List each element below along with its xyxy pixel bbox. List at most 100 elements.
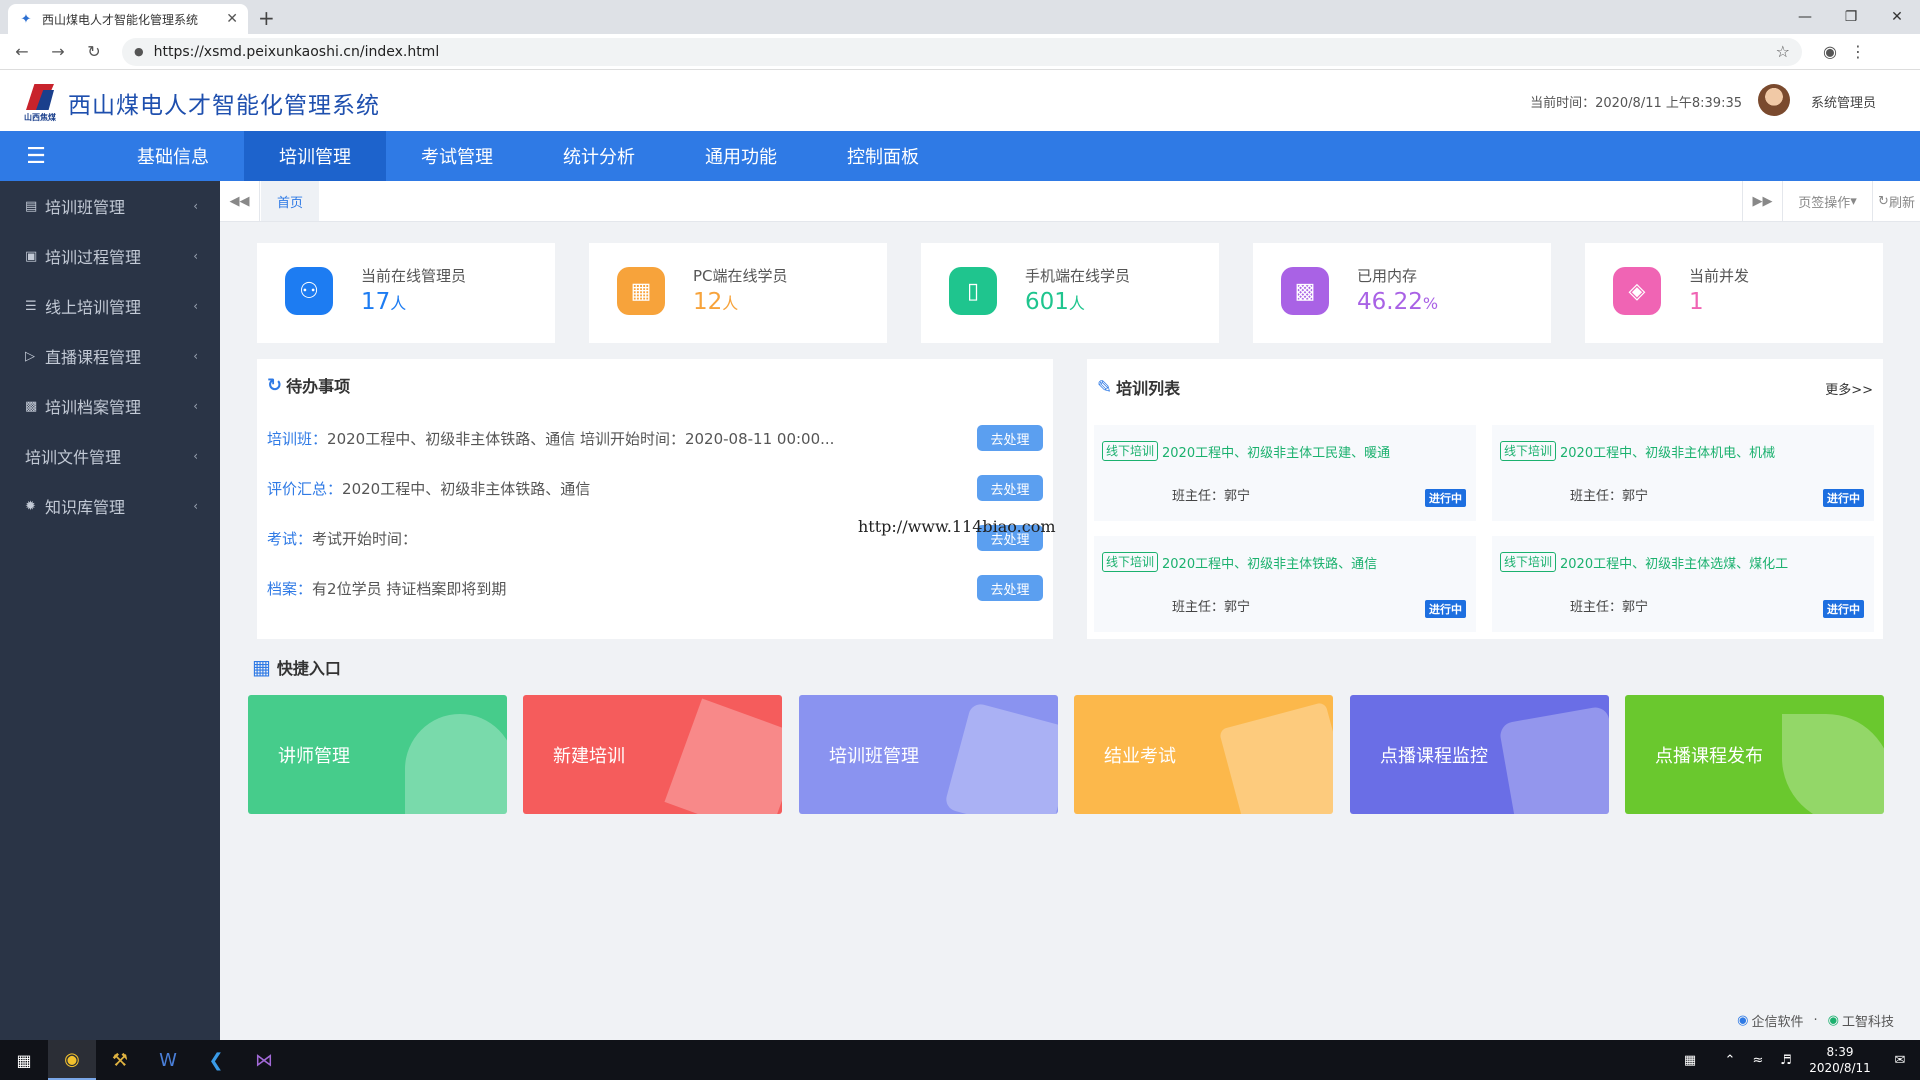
lock-icon: ● — [134, 45, 144, 58]
go-process-button[interactable]: 去处理 — [977, 475, 1043, 501]
sidebar-item-process[interactable]: ▣ 培训过程管理 ‹ — [0, 231, 220, 281]
forward-icon[interactable]: → — [44, 38, 72, 66]
sidebar-item-files[interactable]: 培训文件管理 ‹ — [0, 431, 220, 481]
site-favicon-icon: ✦ — [20, 11, 32, 27]
qixin-logo-icon: ◉ — [1737, 1013, 1749, 1028]
ime-icon[interactable]: ▦ — [1676, 1053, 1704, 1068]
page-ops-dropdown[interactable]: 页签操作 ▾ — [1782, 181, 1872, 221]
refresh-icon: ↻ — [1878, 193, 1889, 209]
close-window-icon[interactable]: ✕ — [1874, 0, 1920, 34]
browser-menu-icon[interactable]: ⋮ — [1844, 38, 1872, 66]
vscode-icon[interactable]: ❮ — [192, 1040, 240, 1080]
quick-tile-class-management[interactable]: 培训班管理 — [799, 695, 1058, 814]
nav-item-control-panel[interactable]: 控制面板 — [812, 131, 954, 181]
word-icon[interactable]: W — [144, 1040, 192, 1080]
window-controls: — ❐ ✕ — [1782, 0, 1920, 34]
memory-card-icon: ▩ — [1281, 267, 1329, 315]
quick-tile-new-training[interactable]: 新建培训 — [523, 695, 782, 814]
new-tab-icon[interactable]: + — [258, 6, 275, 30]
chevron-left-icon: ‹ — [193, 499, 198, 513]
browser-tab[interactable]: ✦ 西山煤电人才智能化管理系统 ✕ — [8, 4, 248, 34]
todo-title: 待办事项 — [286, 377, 351, 396]
avatar[interactable] — [1758, 84, 1790, 116]
leaf-icon — [1782, 714, 1884, 814]
training-list-title: 培训列表 — [1116, 379, 1181, 398]
nav-item-statistics[interactable]: 统计分析 — [528, 131, 670, 181]
nav-item-basic-info[interactable]: 基础信息 — [102, 131, 244, 181]
refresh-button[interactable]: ↻ 刷新 — [1872, 181, 1920, 221]
go-process-button[interactable]: 去处理 — [977, 425, 1043, 451]
chrome-icon[interactable]: ◉ — [48, 1040, 96, 1080]
app-title: 西山煤电人才智能化管理系统 — [68, 93, 380, 119]
windows-start-icon[interactable]: ▦ — [0, 1040, 48, 1080]
training-card[interactable]: 线下培训 2020工程中、初级非主体机电、机械 班主任：郭宁 进行中 — [1492, 425, 1874, 521]
notification-icon[interactable]: ✉ — [1880, 1053, 1920, 1068]
status-badge: 进行中 — [1425, 600, 1466, 618]
system-tray: ▦ ⌃ ≈ ♬ 8:39 2020/8/11 ✉ — [1676, 1040, 1920, 1080]
chevron-up-icon[interactable]: ⌃ — [1716, 1053, 1744, 1068]
chevron-left-icon: ‹ — [193, 199, 198, 213]
user-name[interactable]: 系统管理员 — [1811, 92, 1876, 111]
profile-icon[interactable]: ◉ — [1816, 38, 1844, 66]
mobile-icon: ▯ — [949, 267, 997, 315]
network-icon[interactable]: ≈ — [1744, 1053, 1772, 1068]
current-time: 当前时间：2020/8/11 上午8:39:35 — [1530, 96, 1742, 111]
back-icon[interactable]: ← — [8, 38, 36, 66]
training-card[interactable]: 线下培训 2020工程中、初级非主体选煤、煤化工 班主任：郭宁 进行中 — [1492, 536, 1874, 632]
process-icon: ▣ — [25, 248, 38, 264]
tools-icon[interactable]: ⚒ — [96, 1040, 144, 1080]
clipboard-check-icon — [664, 698, 782, 814]
id-card-icon: ▩ — [25, 398, 38, 414]
gongzhi-logo-icon: ◉ — [1827, 1013, 1839, 1028]
nav-item-exam[interactable]: 考试管理 — [386, 131, 528, 181]
tab-scroll-left-icon[interactable]: ◀◀ — [220, 181, 260, 221]
bookmark-star-icon[interactable]: ☆ — [1776, 42, 1790, 61]
quick-tile-vod-monitor[interactable]: 点播课程监控 — [1350, 695, 1609, 814]
main-nav: ☰ 基础信息 培训管理 考试管理 统计分析 通用功能 控制面板 — [0, 131, 1920, 181]
taskbar-clock[interactable]: 8:39 2020/8/11 — [1800, 1044, 1880, 1076]
browser-tabbar: ✦ 西山煤电人才智能化管理系统 ✕ + — ❐ ✕ — [0, 0, 1920, 34]
go-process-button[interactable]: 去处理 — [977, 575, 1043, 601]
nav-item-training[interactable]: 培训管理 — [244, 131, 386, 181]
menu-toggle-icon[interactable]: ☰ — [0, 131, 72, 181]
address-bar: ← → ↻ ● https://xsmd.peixunkaoshi.cn/ind… — [0, 34, 1920, 70]
stat-memory-used: ▩ 已用内存 46.22% — [1253, 243, 1551, 343]
close-tab-icon[interactable]: ✕ — [226, 11, 238, 27]
training-card[interactable]: 线下培训 2020工程中、初级非主体铁路、通信 班主任：郭宁 进行中 — [1094, 536, 1476, 632]
training-card[interactable]: 线下培训 2020工程中、初级非主体工民建、暖通 班主任：郭宁 进行中 — [1094, 425, 1476, 521]
grid-icon: ▦ — [252, 655, 271, 679]
nav-item-common[interactable]: 通用功能 — [670, 131, 812, 181]
quick-tile-final-exam[interactable]: 结业考试 — [1074, 695, 1333, 814]
sidebar-item-knowledge[interactable]: ✹ 知识库管理 ‹ — [0, 481, 220, 531]
user-icon: ⚇ — [285, 267, 333, 315]
more-link[interactable]: 更多>> — [1825, 379, 1873, 398]
todo-row: 档案： 有2位学员 持证档案即将到期 去处理 — [267, 573, 1043, 603]
play-icon: ▷ — [25, 348, 35, 364]
quick-tile-vod-publish[interactable]: 点播课程发布 — [1625, 695, 1884, 814]
tab-scroll-right-icon[interactable]: ▶▶ — [1742, 181, 1782, 221]
sidebar-item-online[interactable]: ☰ 线上培训管理 ‹ — [0, 281, 220, 331]
url-text: https://xsmd.peixunkaoshi.cn/index.html — [153, 43, 440, 60]
app-header: 山西焦煤 西山煤电人才智能化管理系统 当前时间：2020/8/11 上午8:39… — [0, 70, 1920, 131]
reload-icon[interactable]: ↻ — [80, 38, 108, 66]
person-icon — [405, 714, 507, 814]
sidebar-item-live[interactable]: ▷ 直播课程管理 ‹ — [0, 331, 220, 381]
checklist-icon — [1218, 701, 1333, 814]
url-input[interactable]: ● https://xsmd.peixunkaoshi.cn/index.htm… — [122, 37, 1802, 66]
restore-icon[interactable]: ❐ — [1828, 0, 1874, 34]
chevron-left-icon: ‹ — [193, 299, 198, 313]
stat-mobile-students: ▯ 手机端在线学员 601人 — [921, 243, 1219, 343]
quick-tile-lecturer[interactable]: 讲师管理 — [248, 695, 507, 814]
chevron-left-icon: ‹ — [193, 449, 198, 463]
class-icon: ▤ — [25, 198, 38, 214]
status-badge: 进行中 — [1823, 489, 1864, 507]
status-badge: 进行中 — [1425, 489, 1466, 507]
watermark-text: http://www.114biao.com — [858, 517, 1056, 536]
minimize-icon[interactable]: — — [1782, 0, 1828, 34]
sidebar-item-class[interactable]: ▤ 培训班管理 ‹ — [0, 181, 220, 231]
todo-panel: ↻ 待办事项 培训班： 2020工程中、初级非主体铁路、通信 培训开始时间：20… — [257, 359, 1053, 639]
visual-studio-icon[interactable]: ⋈ — [240, 1040, 288, 1080]
volume-icon[interactable]: ♬ — [1772, 1053, 1800, 1068]
tab-home[interactable]: 首页 — [261, 181, 319, 221]
sidebar-item-archive[interactable]: ▩ 培训档案管理 ‹ — [0, 381, 220, 431]
